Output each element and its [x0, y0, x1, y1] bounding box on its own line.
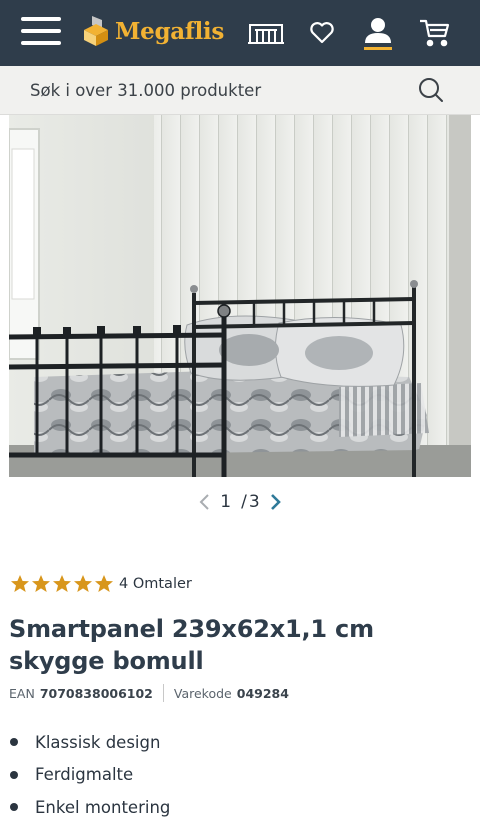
ean-value: 7070838006102 — [39, 685, 153, 701]
star-icon — [53, 575, 71, 592]
heart-icon[interactable] — [302, 14, 342, 52]
brand-name: Megaflis — [115, 17, 224, 45]
product-title: Smartpanel 239x62x1,1 cm skygge bomull — [9, 615, 374, 675]
search-input[interactable] — [30, 80, 410, 100]
item-code-value: 049284 — [236, 685, 289, 701]
feature-list: Klassisk design Ferdigmalte Enkel monter… — [10, 726, 170, 824]
current-image-number: 1 — [220, 492, 232, 512]
showroom-icon[interactable] — [246, 14, 286, 52]
feature-text: Ferdigmalte — [35, 765, 134, 785]
menu-icon[interactable] — [21, 16, 61, 46]
bullet-icon — [10, 803, 18, 812]
star-icon — [32, 575, 50, 592]
logo-mark-icon — [84, 16, 108, 46]
star-icon — [11, 575, 29, 592]
image-pager: 1 / 3 — [0, 490, 480, 514]
previous-image-icon[interactable] — [194, 490, 214, 514]
ean-label: EAN — [9, 685, 35, 701]
product-image[interactable] — [9, 115, 471, 477]
bullet-icon — [10, 770, 18, 779]
total-images-number: 3 — [248, 492, 260, 512]
bullet-icon — [10, 738, 18, 747]
list-item: Klassisk design — [10, 726, 170, 759]
feature-text: Enkel montering — [35, 797, 171, 817]
next-image-icon[interactable] — [266, 490, 286, 514]
star-icon — [95, 575, 113, 592]
item-code-label: Varekode — [173, 685, 232, 701]
search-bar — [0, 66, 480, 115]
top-navigation-bar: Megaflis — [0, 0, 480, 66]
cart-icon[interactable] — [414, 14, 454, 52]
user-icon[interactable] — [358, 14, 398, 52]
divider — [162, 684, 164, 702]
list-item: Enkel montering — [10, 791, 170, 824]
feature-text: Klassisk design — [35, 732, 161, 752]
pager-separator: / — [241, 492, 247, 512]
list-item: Ferdigmalte — [10, 759, 170, 792]
megaflis-logo[interactable]: Megaflis — [82, 14, 224, 48]
reviews-link[interactable]: 4 Omtaler — [119, 576, 192, 592]
star-icon — [74, 575, 92, 592]
search-icon[interactable] — [418, 77, 444, 103]
product-rating[interactable]: 4 Omtaler — [10, 574, 192, 594]
product-codes: EAN 7070838006102 Varekode 049284 — [9, 684, 289, 702]
